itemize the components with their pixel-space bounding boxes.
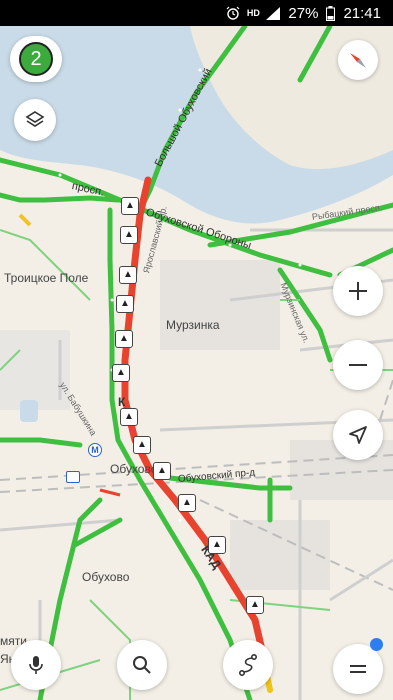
layers-button[interactable] — [14, 99, 56, 141]
traffic-jam-icon[interactable]: ▲ — [208, 536, 226, 554]
microphone-icon — [29, 656, 43, 674]
route-icon — [238, 653, 258, 676]
traffic-score-value: 2 — [30, 47, 42, 70]
traffic-jam-icon[interactable]: ▲ — [121, 197, 139, 215]
my-location-button[interactable] — [333, 410, 383, 460]
plus-icon — [349, 282, 367, 300]
place-label-troitskoe-pole: Троицкое Поле — [4, 271, 89, 285]
railway-4 — [379, 379, 393, 421]
zone-murzinka — [160, 260, 280, 350]
zoom-in-button[interactable] — [333, 266, 383, 316]
menu-icon — [350, 665, 366, 673]
status-bar: HD 27% 21:41 — [0, 0, 393, 26]
traffic-jam-icon[interactable]: ▲ — [153, 462, 171, 480]
map-view[interactable]: Троицкое Поле Мурзинка Обухово Обухово м… — [0, 0, 393, 700]
alarm-clock-icon — [226, 6, 240, 20]
zoom-out-button[interactable] — [333, 340, 383, 390]
road-orange-small — [99, 488, 121, 497]
search-icon — [133, 656, 151, 674]
route-button[interactable] — [223, 640, 273, 690]
layers-icon — [25, 111, 45, 127]
service-road-1 — [0, 229, 91, 301]
signal-icon — [266, 6, 281, 20]
place-label-obukhovo-district: Обухово — [82, 570, 130, 584]
menu-button[interactable] — [333, 644, 383, 694]
minus-icon — [349, 364, 367, 366]
pond — [20, 400, 38, 422]
place-label-murzinka: Мурзинка — [166, 318, 220, 332]
voice-search-button[interactable] — [11, 640, 61, 690]
clock-time: 21:41 — [343, 4, 381, 22]
compass-icon — [350, 53, 366, 68]
navigation-arrow-icon — [349, 426, 367, 444]
notification-dot — [370, 638, 383, 651]
hd-label: HD — [246, 8, 260, 18]
traffic-jam-icon[interactable]: ▲ — [116, 295, 134, 313]
traffic-jam-icon[interactable]: ▲ — [119, 266, 137, 284]
train-station-icon[interactable] — [66, 471, 80, 483]
compass-button[interactable] — [338, 40, 378, 80]
place-label-obukhovo-station: Обухово — [110, 462, 158, 476]
traffic-jam-icon[interactable]: ▲ — [120, 226, 138, 244]
zone-south — [230, 520, 330, 590]
minor-road-9 — [329, 558, 393, 602]
traffic-score-badge: 2 — [19, 42, 53, 76]
traffic-jam-icon[interactable]: ▲ — [246, 596, 264, 614]
traffic-jam-icon[interactable]: ▲ — [133, 436, 151, 454]
battery-percent: 27% — [288, 4, 319, 22]
road-yellow-small — [18, 213, 32, 227]
traffic-jam-icon[interactable]: ▲ — [112, 364, 130, 382]
search-button[interactable] — [117, 640, 167, 690]
traffic-jam-icon[interactable]: ▲ — [115, 330, 133, 348]
traffic-score-button[interactable]: 2 — [10, 36, 62, 82]
road-sw — [0, 437, 83, 448]
battery-icon — [326, 5, 336, 21]
street-label-k: К — [118, 395, 126, 409]
traffic-jam-icon[interactable]: ▲ — [120, 408, 138, 426]
traffic-jam-icon[interactable]: ▲ — [178, 494, 196, 512]
metro-icon[interactable]: М — [88, 443, 102, 457]
